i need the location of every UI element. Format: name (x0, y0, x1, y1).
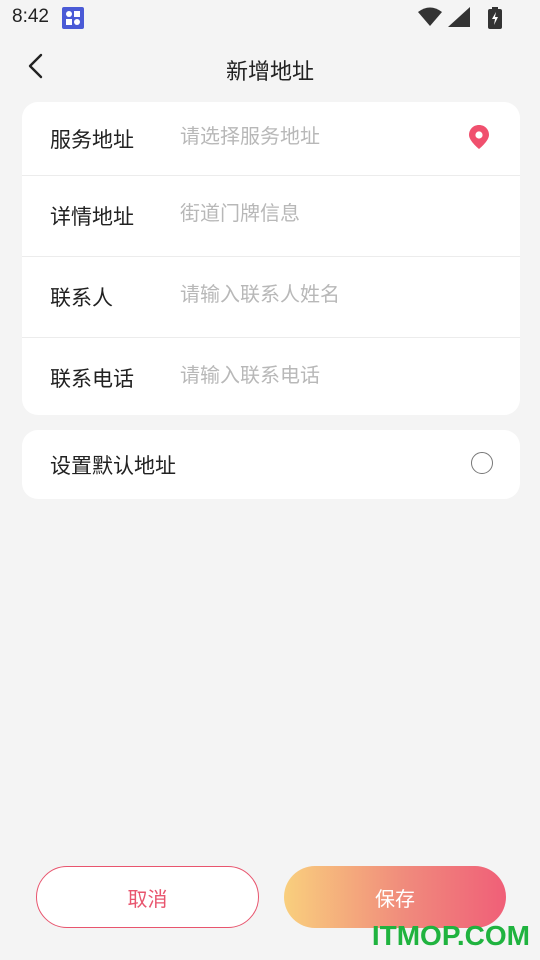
header: 新增地址 (0, 40, 540, 96)
form-row-service-address[interactable]: 服务地址 (22, 102, 520, 176)
form-row-detail-address[interactable]: 详情地址 (22, 175, 520, 257)
location-pin-icon[interactable] (468, 124, 490, 150)
detail-address-input[interactable] (180, 201, 460, 225)
watermark: ITMOP.COM (371, 920, 530, 951)
app-grid-icon (62, 7, 84, 29)
form-row-contact-phone[interactable]: 联系电话 (22, 338, 520, 415)
contact-name-label: 联系人 (50, 286, 113, 310)
service-address-label: 服务地址 (50, 128, 134, 152)
address-form-card: 服务地址 详情地址 联系人 联系电话 (22, 102, 520, 415)
status-time: 8:42 (12, 6, 49, 27)
service-address-input[interactable] (180, 124, 460, 148)
default-address-card[interactable]: 设置默认地址 (22, 430, 520, 499)
default-address-label: 设置默认地址 (50, 454, 176, 478)
default-address-radio[interactable] (471, 452, 493, 474)
page-title: 新增地址 (225, 60, 314, 85)
form-row-contact-name[interactable]: 联系人 (22, 257, 520, 338)
save-button[interactable]: 保存 (284, 866, 506, 928)
contact-name-input[interactable] (180, 282, 460, 306)
detail-address-label: 详情地址 (50, 205, 134, 229)
cancel-button[interactable]: 取消 (36, 866, 259, 928)
status-bar: 8:42 (0, 0, 540, 36)
contact-phone-input[interactable] (180, 363, 460, 387)
contact-phone-label: 联系电话 (50, 367, 134, 391)
